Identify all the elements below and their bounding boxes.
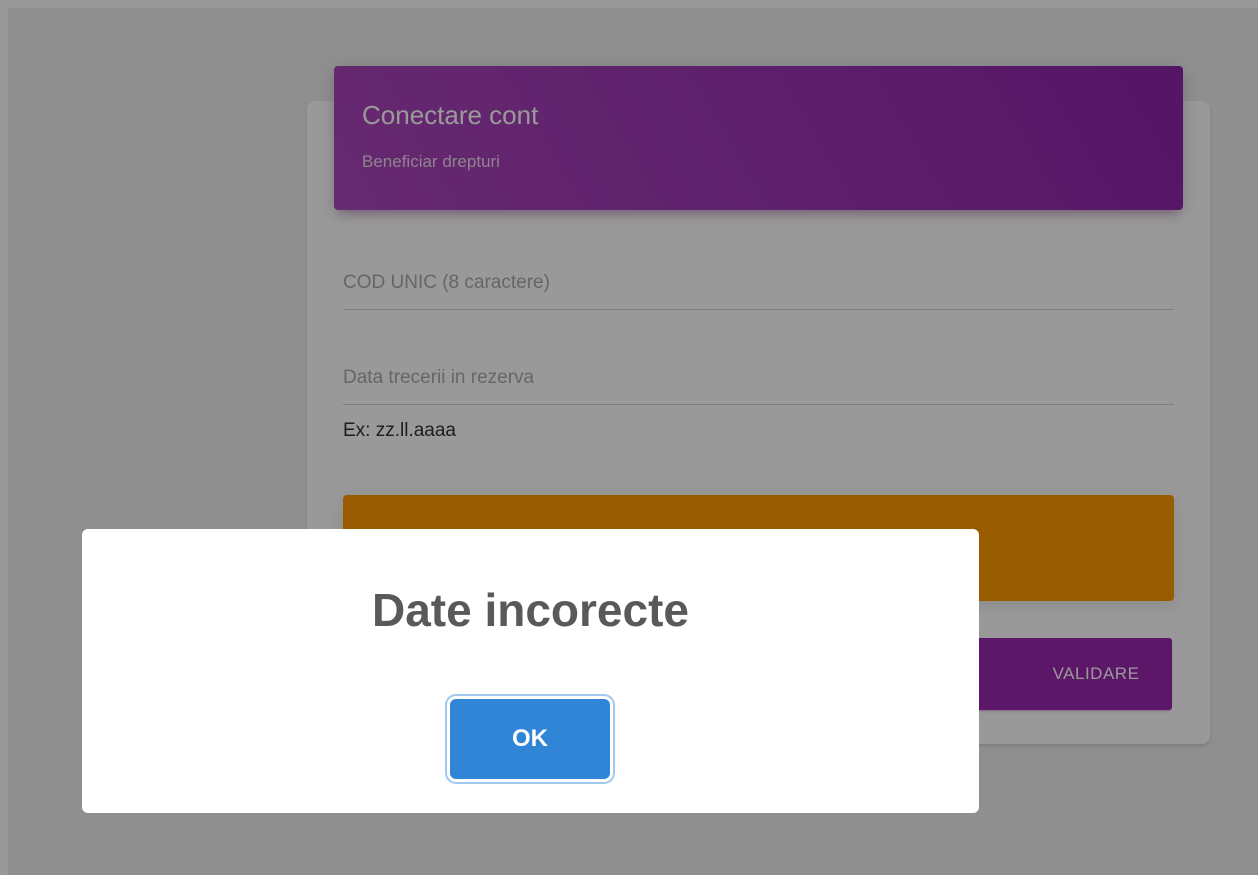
dialog-title: Date incorecte [371, 584, 689, 636]
ok-button[interactable]: OK [450, 699, 610, 779]
error-dialog: Date incorecte OK [82, 529, 979, 813]
